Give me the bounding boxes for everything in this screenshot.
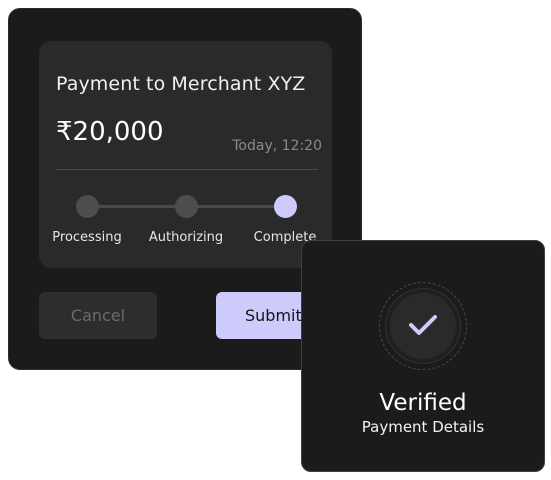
verified-card: Verified Payment Details [301, 240, 545, 472]
step-dot-complete [274, 195, 297, 218]
step-label-authorizing: Authorizing [148, 230, 224, 245]
stage: Payment to Merchant XYZ ₹20,000 Today, 1… [0, 0, 551, 480]
payment-amount: ₹20,000 [56, 117, 164, 147]
payment-timestamp: Today, 12:20 [232, 138, 322, 154]
cancel-button[interactable]: Cancel [39, 292, 157, 339]
verified-subtitle: Payment Details [361, 418, 485, 436]
payment-title: Payment to Merchant XYZ [56, 73, 306, 95]
verified-title: Verified [379, 390, 467, 416]
payment-summary-panel: Payment to Merchant XYZ ₹20,000 Today, 1… [39, 41, 332, 268]
divider [56, 169, 318, 170]
progress-track-segment [187, 205, 287, 208]
step-label-processing: Processing [52, 230, 122, 245]
step-dot-processing [76, 195, 99, 218]
progress-track-segment [87, 205, 187, 208]
checkmark-icon [409, 315, 437, 335]
step-dot-authorizing [175, 195, 198, 218]
